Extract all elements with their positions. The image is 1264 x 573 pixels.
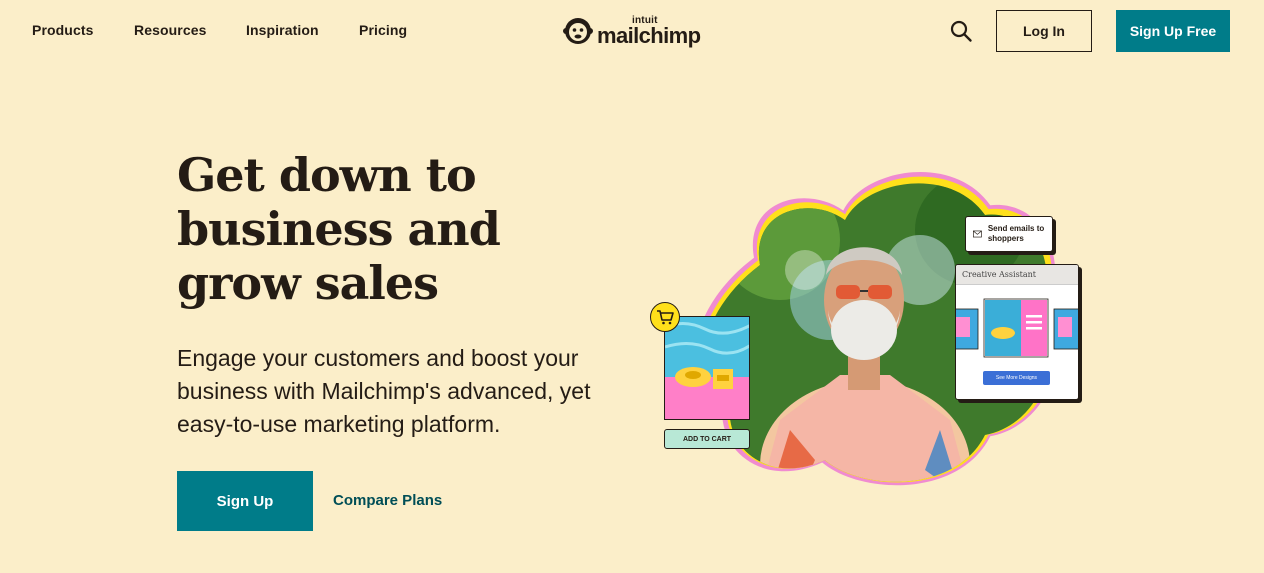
creative-assistant-title: Creative Assistant xyxy=(956,265,1078,285)
product-card xyxy=(664,316,750,420)
hero-signup-button[interactable]: Sign Up xyxy=(177,471,313,531)
shopping-cart-icon xyxy=(657,310,674,325)
see-more-designs-button: See More Designs xyxy=(983,371,1050,385)
search-icon[interactable] xyxy=(949,19,973,43)
pool-float-image xyxy=(665,317,749,419)
signup-free-button[interactable]: Sign Up Free xyxy=(1116,10,1230,52)
top-nav: Products Resources Inspiration Pricing i… xyxy=(0,0,1264,62)
add-to-cart-button: ADD TO CART xyxy=(664,429,750,449)
hero-headline: Get down to business and grow sales xyxy=(177,148,501,310)
cart-badge xyxy=(650,302,680,332)
compare-plans-link[interactable]: Compare Plans xyxy=(333,492,442,509)
design-thumbnails xyxy=(956,298,1078,358)
envelope-icon xyxy=(973,230,982,238)
send-emails-text: Send emails to shoppers xyxy=(987,224,1045,243)
creative-assistant-card: Creative Assistant See More Designs xyxy=(955,264,1079,400)
hero-subheadline: Engage your customers and boost your bus… xyxy=(177,345,591,437)
mailchimp-logo[interactable]: intuit mailchimp xyxy=(562,13,712,49)
nav-inspiration[interactable]: Inspiration xyxy=(246,22,319,38)
nav-products[interactable]: Products xyxy=(32,22,93,38)
freddie-icon xyxy=(563,18,593,44)
nav-pricing[interactable]: Pricing xyxy=(359,22,407,38)
logo-wordmark: mailchimp xyxy=(597,23,701,48)
login-button[interactable]: Log In xyxy=(996,10,1092,52)
send-emails-card: Send emails to shoppers xyxy=(965,216,1053,252)
nav-resources[interactable]: Resources xyxy=(134,22,207,38)
